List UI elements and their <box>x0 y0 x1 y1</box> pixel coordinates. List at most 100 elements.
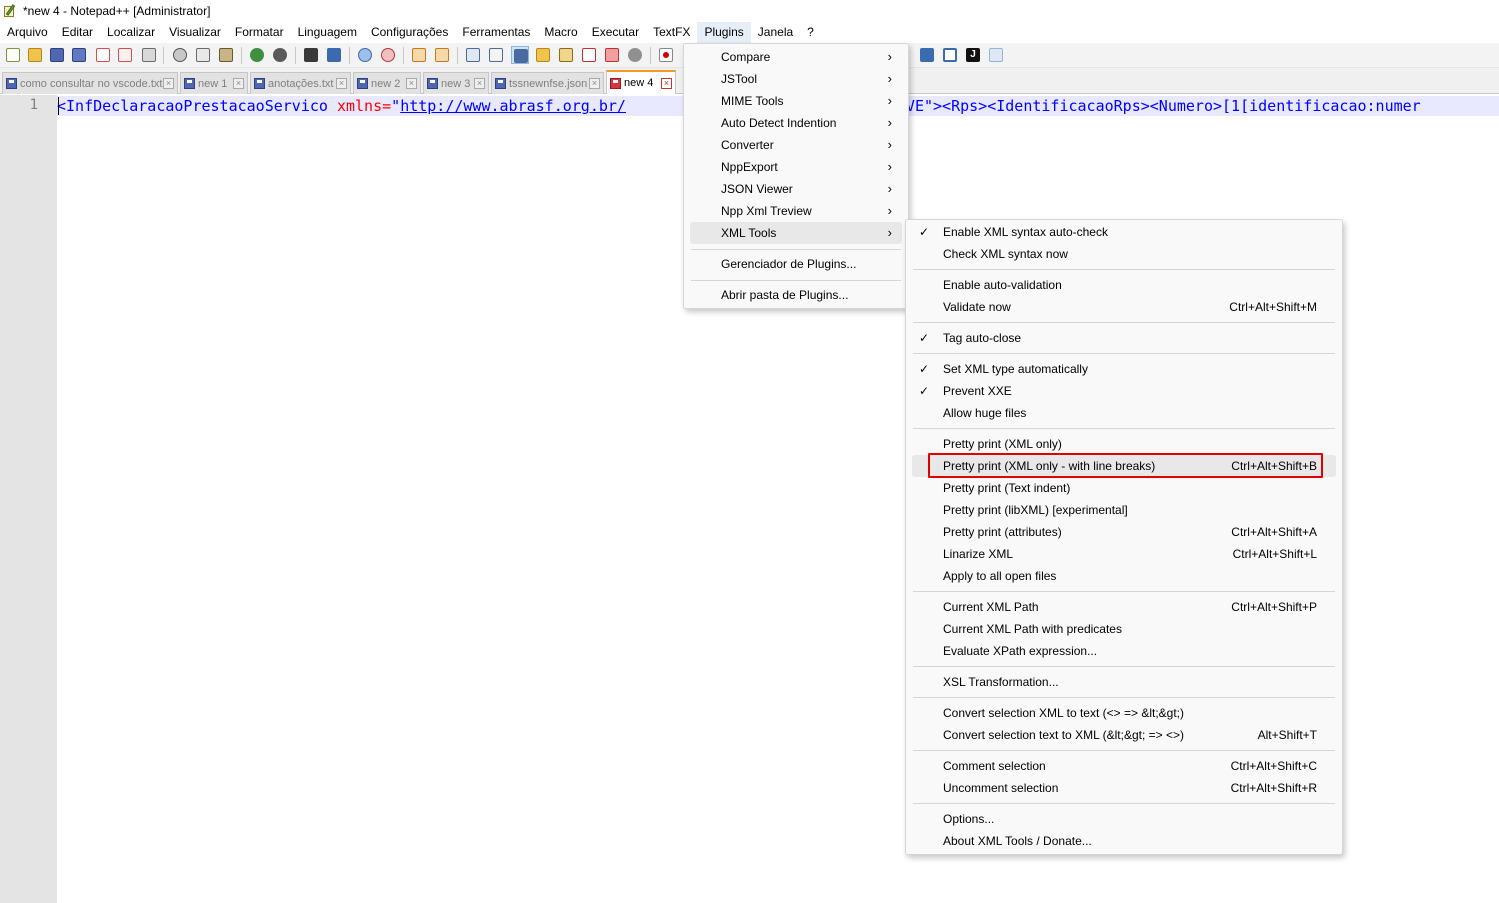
close-tab-icon[interactable]: × <box>474 78 485 89</box>
xml-item-prevent-xxe[interactable]: ✓ Prevent XXE <box>912 380 1336 402</box>
doc-map-icon[interactable] <box>557 46 575 64</box>
plugin-tool-icon-3[interactable] <box>987 46 1005 64</box>
plugins-item-gerenciador[interactable]: Gerenciador de Plugins... <box>690 253 902 275</box>
show-all-chars-icon[interactable] <box>487 46 505 64</box>
close-tab-icon[interactable]: × <box>589 78 600 89</box>
close-tab-icon[interactable]: × <box>233 78 244 89</box>
open-file-icon[interactable] <box>26 46 44 64</box>
paste-icon[interactable] <box>217 46 235 64</box>
plugins-item-nppexport[interactable]: NppExport › <box>690 156 902 178</box>
menu-configuracoes[interactable]: Configurações <box>364 22 455 43</box>
menu-item-label: JSTool <box>721 72 758 86</box>
menu-help[interactable]: ? <box>800 22 821 43</box>
save-icon[interactable] <box>48 46 66 64</box>
menu-executar[interactable]: Executar <box>585 22 646 43</box>
word-wrap-icon[interactable] <box>464 46 482 64</box>
close-tab-icon[interactable]: × <box>336 78 347 89</box>
close-tab-icon[interactable]: × <box>406 78 417 89</box>
xml-item-evaluate-xpath[interactable]: Evaluate XPath expression... <box>912 640 1336 662</box>
sync-vertical-icon[interactable] <box>410 46 428 64</box>
xml-item-enable-auto-validation[interactable]: Enable auto-validation <box>912 274 1336 296</box>
plugins-item-jstool[interactable]: JSTool › <box>690 68 902 90</box>
tab-como-consultar[interactable]: como consultar no vscode.txt × <box>2 72 178 94</box>
tab-tssnewnfse[interactable]: tssnewnfse.json × <box>491 72 604 94</box>
cut-icon[interactable] <box>171 46 189 64</box>
save-all-icon[interactable] <box>70 46 88 64</box>
replace-icon[interactable] <box>325 46 343 64</box>
plugin-tool-icon-1[interactable] <box>918 46 936 64</box>
tab-new-3[interactable]: new 3 × <box>423 72 489 94</box>
menu-ferramentas[interactable]: Ferramentas <box>455 22 537 43</box>
menu-editar[interactable]: Editar <box>55 22 100 43</box>
plugins-item-converter[interactable]: Converter › <box>690 134 902 156</box>
xml-item-validate-now[interactable]: Validate now Ctrl+Alt+Shift+M <box>912 296 1336 318</box>
tab-new-4[interactable]: new 4 × <box>606 70 676 94</box>
menu-item-label: Pretty print (XML only - with line break… <box>943 459 1156 473</box>
menu-macro[interactable]: Macro <box>537 22 584 43</box>
jstool-icon[interactable]: J <box>964 46 982 64</box>
plugins-item-mime-tools[interactable]: MIME Tools › <box>690 90 902 112</box>
copy-icon[interactable] <box>194 46 212 64</box>
xml-item-apply-all-files[interactable]: Apply to all open files <box>912 565 1336 587</box>
plugins-item-auto-detect-indention[interactable]: Auto Detect Indention › <box>690 112 902 134</box>
tab-anotacoes[interactable]: anotações.txt × <box>250 72 351 94</box>
zoom-out-icon[interactable] <box>379 46 397 64</box>
print-icon[interactable] <box>140 46 158 64</box>
plugins-item-npp-xml-treview[interactable]: Npp Xml Treview › <box>690 200 902 222</box>
menu-item-label: About XML Tools / Donate... <box>943 834 1092 848</box>
xml-item-convert-text-to-xml[interactable]: Convert selection text to XML (&lt;&gt; … <box>912 724 1336 746</box>
menu-visualizar[interactable]: Visualizar <box>162 22 228 43</box>
monitoring-icon[interactable] <box>626 46 644 64</box>
menu-arquivo[interactable]: Arquivo <box>0 22 55 43</box>
xml-item-pretty-print-xml-only[interactable]: Pretty print (XML only) <box>912 433 1336 455</box>
menu-localizar[interactable]: Localizar <box>100 22 162 43</box>
close-all-icon[interactable] <box>116 46 134 64</box>
indent-guide-icon[interactable] <box>511 46 529 64</box>
code-url[interactable]: http://www.abrasf.org.br/ <box>400 97 626 115</box>
redo-icon[interactable] <box>271 46 289 64</box>
find-icon[interactable] <box>302 46 320 64</box>
plugins-item-xml-tools[interactable]: XML Tools › <box>690 222 902 244</box>
menu-plugins[interactable]: Plugins <box>697 22 751 43</box>
plugins-item-json-viewer[interactable]: JSON Viewer › <box>690 178 902 200</box>
xml-item-options[interactable]: Options... <box>912 808 1336 830</box>
menu-formatar[interactable]: Formatar <box>228 22 291 43</box>
plugins-item-compare[interactable]: Compare › <box>690 46 902 68</box>
folder-workspace-icon[interactable] <box>603 46 621 64</box>
xml-item-pretty-print-attributes[interactable]: Pretty print (attributes) Ctrl+Alt+Shift+… <box>912 521 1336 543</box>
menu-janela[interactable]: Janela <box>751 22 800 43</box>
new-file-icon[interactable] <box>4 46 22 64</box>
xml-item-allow-huge-files[interactable]: Allow huge files <box>912 402 1336 424</box>
menu-linguagem[interactable]: Linguagem <box>291 22 364 43</box>
xml-item-current-xml-path-predicates[interactable]: Current XML Path with predicates <box>912 618 1336 640</box>
close-tab-icon[interactable]: × <box>661 77 672 89</box>
menu-separator <box>913 353 1335 354</box>
sync-horizontal-icon[interactable] <box>433 46 451 64</box>
tab-new-1[interactable]: new 1 × <box>180 72 248 94</box>
plugins-item-abrir-pasta[interactable]: Abrir pasta de Plugins... <box>690 284 902 306</box>
xml-item-check-syntax-now[interactable]: Check XML syntax now <box>912 243 1336 265</box>
xml-item-current-xml-path[interactable]: Current XML Path Ctrl+Alt+Shift+P <box>912 596 1336 618</box>
xml-item-pretty-print-libxml[interactable]: Pretty print (libXML) [experimental] <box>912 499 1336 521</box>
user-lang-icon[interactable] <box>534 46 552 64</box>
undo-icon[interactable] <box>248 46 266 64</box>
menu-textfx[interactable]: TextFX <box>646 22 697 43</box>
close-file-icon[interactable] <box>94 46 112 64</box>
xml-item-enable-syntax-auto-check[interactable]: ✓ Enable XML syntax auto-check <box>912 221 1336 243</box>
xml-item-set-xml-type[interactable]: ✓ Set XML type automatically <box>912 358 1336 380</box>
zoom-in-icon[interactable] <box>356 46 374 64</box>
tab-new-2[interactable]: new 2 × <box>353 72 421 94</box>
xml-item-tag-auto-close[interactable]: ✓ Tag auto-close <box>912 327 1336 349</box>
xml-item-pretty-print-line-breaks[interactable]: Pretty print (XML only - with line break… <box>912 455 1336 477</box>
xml-item-comment-selection[interactable]: Comment selection Ctrl+Alt+Shift+C <box>912 755 1336 777</box>
record-macro-icon[interactable] <box>657 46 675 64</box>
xml-item-about-donate[interactable]: About XML Tools / Donate... <box>912 830 1336 852</box>
function-list-icon[interactable] <box>580 46 598 64</box>
xml-item-uncomment-selection[interactable]: Uncomment selection Ctrl+Alt+Shift+R <box>912 777 1336 799</box>
xml-item-convert-xml-to-text[interactable]: Convert selection XML to text (<> => &lt… <box>912 702 1336 724</box>
xml-item-linarize-xml[interactable]: Linarize XML Ctrl+Alt+Shift+L <box>912 543 1336 565</box>
plugin-tool-icon-2[interactable] <box>941 46 959 64</box>
xml-item-xsl-transformation[interactable]: XSL Transformation... <box>912 671 1336 693</box>
close-tab-icon[interactable]: × <box>163 78 174 89</box>
xml-item-pretty-print-text-indent[interactable]: Pretty print (Text indent) <box>912 477 1336 499</box>
